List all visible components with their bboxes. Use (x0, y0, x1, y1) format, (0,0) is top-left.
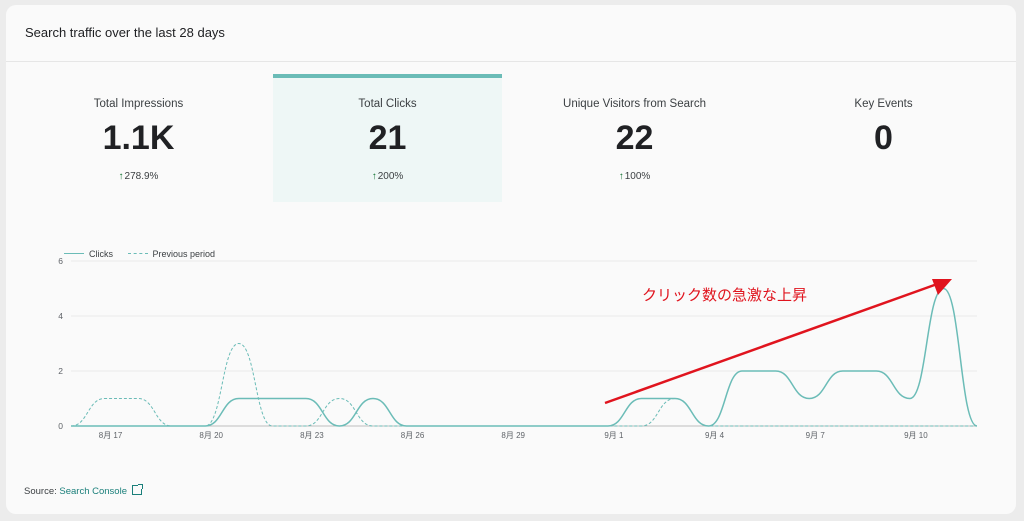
x-tick-label: 9月 1 (604, 431, 624, 440)
x-tick-label: 9月 7 (806, 431, 826, 440)
x-tick-label: 8月 20 (199, 431, 223, 440)
y-tick-label: 2 (58, 366, 63, 376)
x-tick-label: 8月 29 (501, 431, 525, 440)
search-console-link[interactable]: Search Console (59, 484, 143, 497)
source-footer: Source: Search Console (24, 484, 143, 497)
x-tick-label: 8月 23 (300, 431, 324, 440)
x-tick-label: 9月 10 (904, 431, 928, 440)
y-tick-label: 4 (58, 311, 63, 321)
x-tick-label: 8月 17 (99, 431, 123, 440)
annotation-text: クリック数の急激な上昇 (642, 287, 808, 304)
x-tick-label: 8月 26 (401, 431, 425, 440)
series-line-clicks (71, 287, 978, 427)
source-link-label: Search Console (59, 486, 127, 497)
clicks-line-chart: 0 2 4 6 8月 17 8月 20 8月 23 8月 26 8月 29 9月 1 9月 4 9月… (58, 256, 978, 440)
series-line-previous-period (70, 342, 977, 427)
y-tick-label: 0 (58, 421, 63, 431)
x-tick-label: 9月 4 (705, 431, 725, 440)
external-link-icon (132, 484, 143, 495)
trend-arrowhead (932, 279, 952, 295)
source-prefix: Source: (24, 486, 57, 497)
y-tick-label: 6 (58, 256, 63, 266)
